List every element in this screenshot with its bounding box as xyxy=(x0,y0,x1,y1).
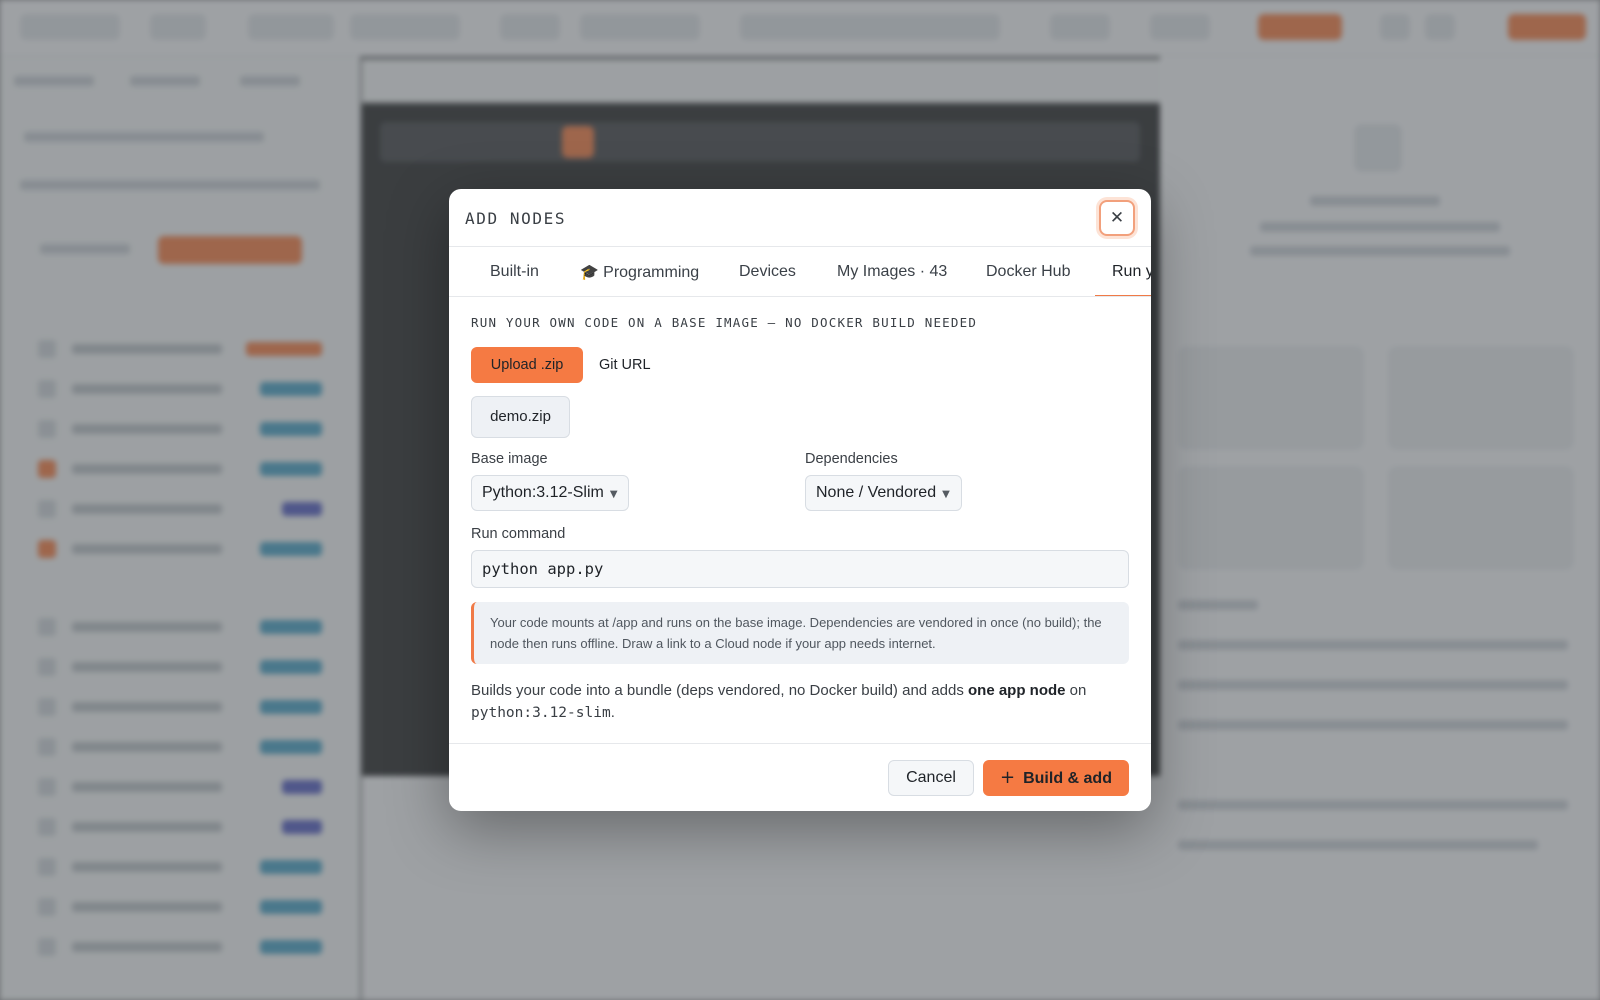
git-url-option[interactable]: Git URL xyxy=(599,347,651,383)
plus-icon: + xyxy=(1000,767,1016,788)
dialog-footer: Cancel + Build & add xyxy=(449,743,1151,811)
tab-programming-label: Programming xyxy=(603,264,700,281)
info-callout: Your code mounts at /app and runs on the… xyxy=(471,602,1129,664)
dialog-title: ADD NODES xyxy=(465,209,567,228)
dependencies-select[interactable]: None / Vendored ▼ xyxy=(805,475,962,511)
dependencies-value: None / Vendored xyxy=(816,484,937,501)
dependencies-label: Dependencies xyxy=(805,451,898,467)
chevron-down-icon: ▼ xyxy=(609,489,618,500)
tab-devices[interactable]: Devices xyxy=(739,247,796,296)
base-image-label: Base image xyxy=(471,451,548,467)
tab-built-in[interactable]: Built-in xyxy=(490,247,539,296)
tab-run-your-code[interactable]: Run y xyxy=(1095,247,1151,296)
summary-middle: on xyxy=(1065,682,1087,699)
tab-my-images[interactable]: My Images · 43 xyxy=(837,247,947,296)
base-image-value: Python:3.12-Slim xyxy=(482,484,604,501)
section-heading: RUN YOUR OWN CODE ON A BASE IMAGE — NO D… xyxy=(471,315,978,330)
close-button[interactable]: ✕ xyxy=(1099,200,1135,236)
base-image-select[interactable]: Python:3.12-Slim ▼ xyxy=(471,475,629,511)
close-icon: ✕ xyxy=(1109,207,1125,228)
chevron-down-icon: ▼ xyxy=(942,489,950,500)
summary-prefix: Builds your code into a bundle (deps ven… xyxy=(471,682,968,699)
summary-base-image: python:3.12-slim xyxy=(471,705,611,721)
graduation-cap-icon: 🎓 xyxy=(580,263,599,281)
build-and-add-button[interactable]: + Build & add xyxy=(983,760,1129,796)
upload-zip-option[interactable]: Upload .zip xyxy=(471,347,583,383)
uploaded-file-chip[interactable]: demo.zip xyxy=(471,396,570,438)
tab-programming[interactable]: 🎓 Programming xyxy=(580,247,700,296)
run-command-label: Run command xyxy=(471,526,566,542)
tab-bar: Built-in 🎓 Programming Devices My Images… xyxy=(449,247,1151,297)
summary-bold: one app node xyxy=(968,682,1066,699)
build-and-add-label: Build & add xyxy=(1023,770,1112,787)
summary-text: Builds your code into a bundle (deps ven… xyxy=(471,680,1131,724)
run-command-input[interactable] xyxy=(471,550,1129,588)
add-nodes-dialog: ADD NODES ✕ Built-in 🎓 Programming Devic… xyxy=(449,189,1151,811)
summary-suffix: . xyxy=(610,704,615,721)
dialog-header: ADD NODES ✕ xyxy=(449,189,1151,247)
cancel-button[interactable]: Cancel xyxy=(888,760,974,796)
tab-docker-hub[interactable]: Docker Hub xyxy=(986,247,1070,296)
